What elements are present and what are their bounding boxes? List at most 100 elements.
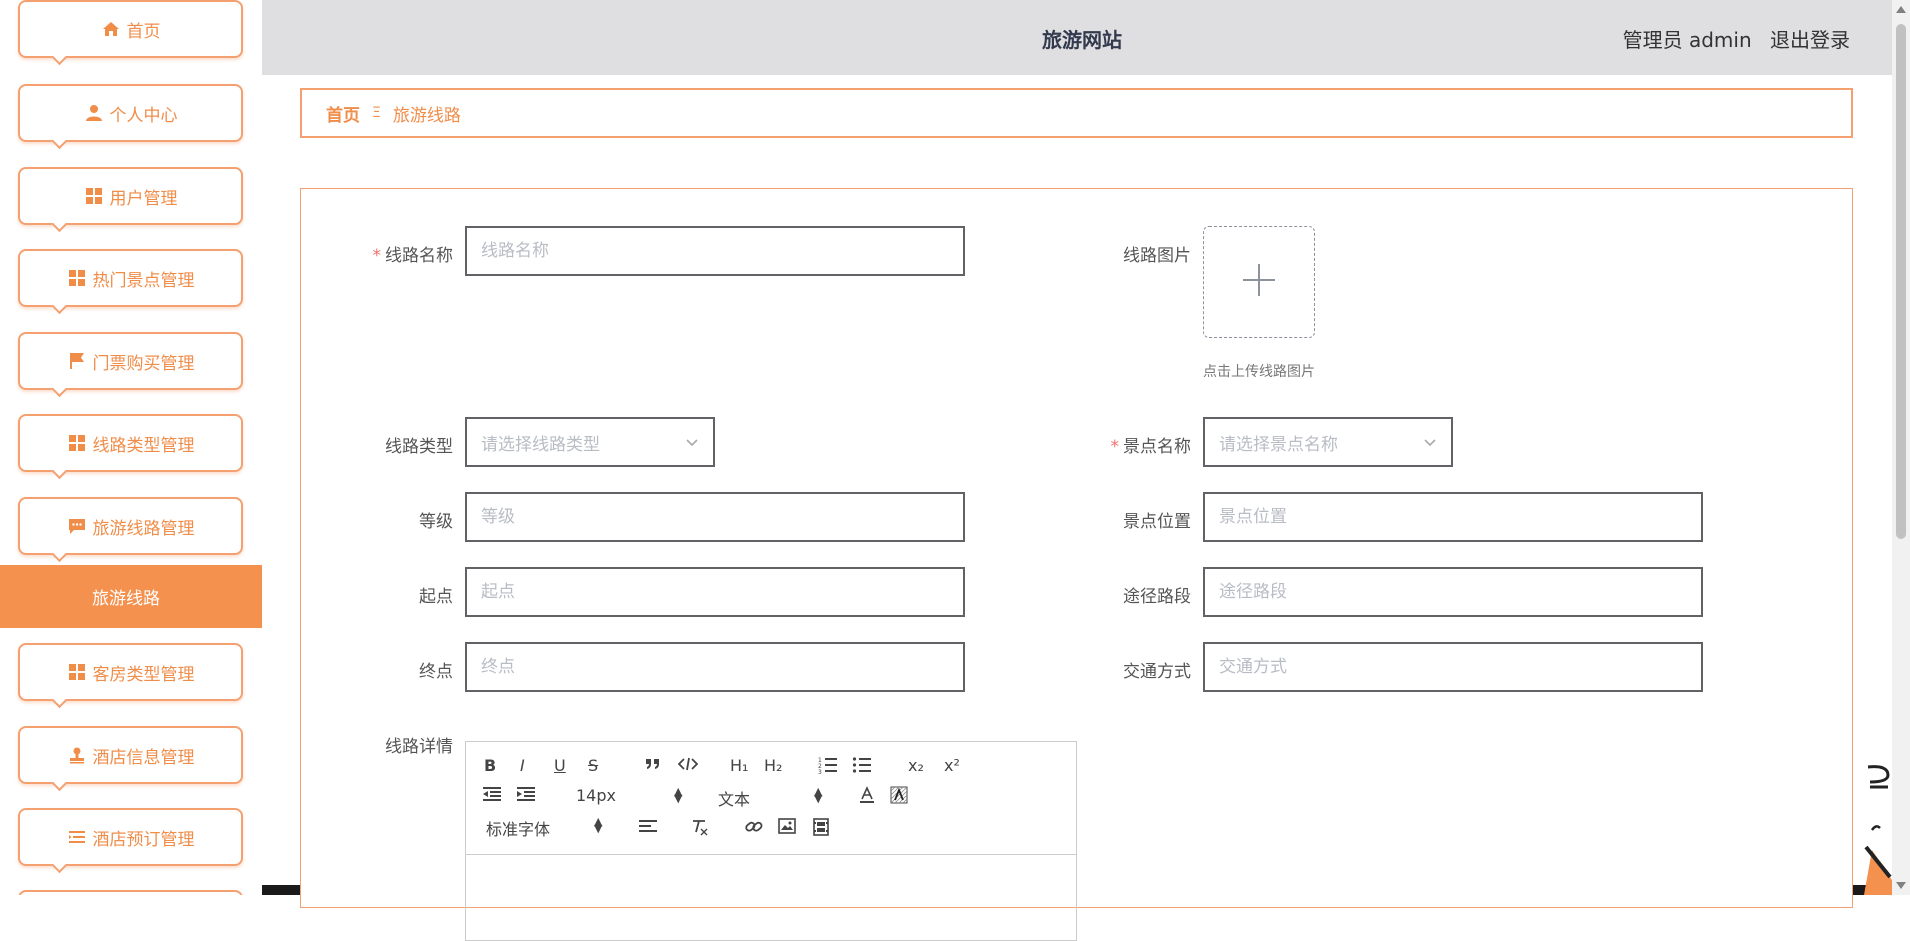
bullet-list-icon[interactable]: [852, 756, 872, 774]
sidebar-item-label: 个人中心: [109, 105, 178, 126]
required-mark: *: [372, 246, 382, 266]
code-block-icon[interactable]: [678, 756, 698, 772]
spot-name-placeholder: 请选择景点名称: [1219, 434, 1338, 455]
underline-button[interactable]: U: [554, 756, 566, 775]
via-input[interactable]: [1203, 567, 1703, 617]
scroll-down-arrow-icon[interactable]: [1896, 882, 1906, 889]
sidebar-item-label: 门票购买管理: [92, 353, 195, 374]
spot-location-label: 景点位置: [1123, 512, 1191, 532]
sidebar-item-room-types[interactable]: 客房类型管理: [18, 643, 243, 701]
video-icon[interactable]: [812, 818, 830, 836]
sort-arrows-icon: ▲ ▼: [674, 785, 683, 805]
sidebar-item-label: 酒店信息管理: [92, 747, 195, 768]
route-form: *线路名称 线路图片 点击上传线路图片 线路类型 请选择线路类型 *景点名称 请…: [300, 188, 1853, 941]
sidebar-item-hotel-info[interactable]: 酒店信息管理: [18, 726, 243, 784]
route-image-upload[interactable]: [1203, 226, 1315, 338]
breadcrumb-separator-icon: Ξ: [372, 105, 381, 121]
font-family-select[interactable]: 标准字体 ▲ ▼: [486, 816, 602, 840]
font-size-value: 14px: [576, 786, 616, 805]
end-input[interactable]: [465, 642, 965, 692]
grid-icon: [67, 433, 87, 453]
logout-link[interactable]: 退出登录: [1770, 28, 1850, 52]
flag-icon: [67, 351, 87, 371]
sidebar-item-label: 热门景点管理: [92, 270, 195, 291]
indent-icon[interactable]: [516, 786, 536, 802]
end-label: 终点: [419, 662, 453, 682]
corner-decoration-icon: [1860, 762, 1892, 899]
scroll-up-arrow-icon[interactable]: [1896, 6, 1906, 13]
detail-label: 线路详情: [385, 737, 453, 757]
editor-toolbar: B I U S H₁ H₂ 123 x₂ x² 14px ▲ ▼ 文本 ▲ ▼ …: [466, 742, 1076, 855]
required-mark: *: [1110, 437, 1120, 457]
sidebar: 首页 个人中心 用户管理 热门景点管理 门票购买管理 线路类型管理 旅游线路管理…: [0, 0, 262, 895]
route-name-label: * 线路名称: [372, 246, 454, 266]
chat-icon: [67, 516, 87, 536]
font-family-value: 标准字体: [486, 820, 551, 839]
link-icon[interactable]: [744, 818, 764, 836]
transport-input[interactable]: [1203, 642, 1703, 692]
editor-content[interactable]: [466, 855, 1076, 941]
sidebar-item-hotel-booking[interactable]: 酒店预订管理: [18, 808, 243, 866]
level-label: 等级: [419, 512, 453, 532]
header-user-area: 管理员 admin 退出登录: [1623, 24, 1850, 53]
sidebar-item-personal-center[interactable]: 个人中心: [18, 84, 243, 142]
h1-button[interactable]: H₁: [730, 756, 748, 775]
sidebar-item-home[interactable]: 首页: [18, 0, 243, 58]
sidebar-item-route-types[interactable]: 线路类型管理: [18, 414, 243, 472]
font-color-icon[interactable]: [858, 786, 876, 804]
breadcrumb: 首页 Ξ 旅游线路: [300, 88, 1853, 138]
sort-arrows-icon: ▲ ▼: [814, 785, 823, 805]
sidebar-item-tickets[interactable]: 门票购买管理: [18, 332, 243, 390]
route-type-select[interactable]: 请选择线路类型: [465, 417, 715, 467]
font-size-select[interactable]: 14px ▲ ▼: [576, 786, 682, 805]
breadcrumb-home[interactable]: 首页: [326, 101, 360, 126]
list-icon: [67, 827, 87, 847]
home-icon: [101, 19, 121, 39]
route-name-input[interactable]: [465, 226, 965, 276]
background-color-icon[interactable]: [890, 786, 908, 804]
plus-icon: [1241, 262, 1277, 302]
sidebar-item-label: 首页: [126, 21, 161, 42]
sort-arrows-icon: ▲ ▼: [594, 815, 603, 835]
start-input[interactable]: [465, 567, 965, 617]
ordered-list-icon[interactable]: 123: [818, 756, 838, 774]
blockquote-icon[interactable]: [644, 756, 662, 772]
outdent-icon[interactable]: [482, 786, 502, 802]
grid-icon: [67, 268, 87, 288]
sidebar-item-hot-spots[interactable]: 热门景点管理: [18, 249, 243, 307]
admin-label: 管理员 admin: [1622, 28, 1752, 52]
level-input[interactable]: [465, 492, 965, 542]
sidebar-subitem-routes-active[interactable]: 旅游线路: [0, 565, 262, 628]
image-icon[interactable]: [778, 818, 796, 834]
subscript-button[interactable]: x₂: [908, 756, 924, 775]
route-type-placeholder: 请选择线路类型: [481, 434, 600, 455]
start-label: 起点: [419, 587, 453, 607]
italic-button[interactable]: I: [520, 756, 525, 775]
superscript-button[interactable]: x²: [944, 756, 960, 775]
grid-icon: [67, 662, 87, 682]
stamp-icon: [67, 745, 87, 765]
scroll-thumb[interactable]: [1896, 24, 1906, 539]
clear-format-icon[interactable]: [690, 818, 710, 836]
sidebar-item-partial[interactable]: [18, 890, 243, 895]
sidebar-item-user-management[interactable]: 用户管理: [18, 167, 243, 225]
chevron-down-icon: [1423, 432, 1437, 452]
chevron-down-icon: [685, 432, 699, 452]
top-header: 旅游网站 管理员 admin 退出登录: [262, 0, 1892, 75]
strike-button[interactable]: S: [588, 756, 598, 775]
spot-name-label: * 景点名称: [1110, 437, 1192, 457]
header-select[interactable]: 文本 ▲ ▼: [718, 786, 822, 810]
rich-text-editor: B I U S H₁ H₂ 123 x₂ x² 14px ▲ ▼ 文本 ▲ ▼ …: [465, 741, 1077, 941]
spot-name-select[interactable]: 请选择景点名称: [1203, 417, 1453, 467]
h2-button[interactable]: H₂: [764, 756, 782, 775]
page-scrollbar[interactable]: [1892, 0, 1910, 895]
spot-location-input[interactable]: [1203, 492, 1703, 542]
sidebar-item-label: 客房类型管理: [92, 664, 195, 685]
align-icon[interactable]: [638, 818, 658, 834]
sidebar-item-routes[interactable]: 旅游线路管理: [18, 497, 243, 555]
bold-button[interactable]: B: [484, 756, 496, 775]
user-icon: [84, 103, 104, 123]
route-type-label: 线路类型: [385, 437, 453, 457]
svg-text:3: 3: [818, 769, 822, 774]
sidebar-subitem-label: 旅游线路: [92, 589, 160, 609]
